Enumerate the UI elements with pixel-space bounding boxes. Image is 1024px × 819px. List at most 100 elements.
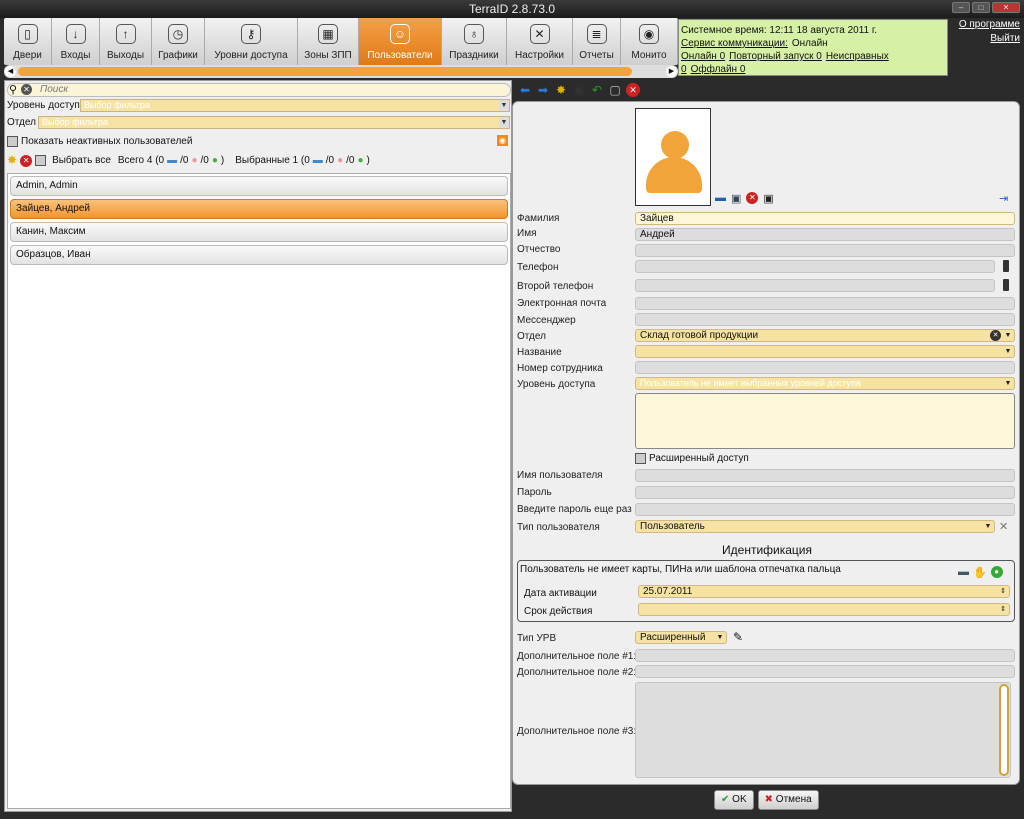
photo-save-icon[interactable]: ▣ — [763, 192, 773, 205]
last-name-label: Фамилия — [517, 213, 560, 224]
phone2-field[interactable] — [635, 279, 995, 292]
password-repeat-field[interactable] — [635, 503, 1015, 516]
offline-link[interactable]: Оффлайн 0 — [691, 64, 746, 75]
expiry-date-field[interactable]: ⇕ — [638, 603, 1010, 616]
photo-tools: ▬ ▣ ✕ ▣ — [715, 192, 774, 205]
exit-link[interactable]: Выйти — [950, 32, 1020, 46]
identification-title: Идентификация — [722, 543, 812, 557]
add-fingerprint-icon[interactable]: ✋ — [973, 566, 987, 579]
add-user-icon[interactable]: ✸ — [7, 154, 17, 167]
clock-icon: ◷ — [168, 24, 188, 44]
phone-icon[interactable] — [1003, 279, 1009, 291]
forward-arrow-icon[interactable]: ➡ — [536, 83, 550, 97]
tab-reports[interactable]: ≣ Отчеты — [573, 18, 621, 65]
edit-icon[interactable]: ✎ — [733, 630, 743, 644]
phone-field[interactable] — [635, 260, 995, 273]
messenger-field[interactable] — [635, 313, 1015, 326]
department-filter-label: Отдел — [7, 117, 36, 128]
scroll-left-icon[interactable]: ◀ — [5, 66, 16, 77]
window-title: TerraID 2.8.73.0 — [468, 2, 556, 16]
users-icon: ☺ — [390, 24, 410, 44]
tab-scrollbar[interactable]: ◀ ▶ — [4, 65, 678, 78]
search-input[interactable]: Поиск — [7, 83, 511, 97]
extended-access-checkbox[interactable] — [635, 453, 646, 464]
photo-delete-icon[interactable]: ✕ — [746, 192, 759, 204]
clear-search-icon[interactable]: ✕ — [21, 84, 32, 95]
tab-access-levels[interactable]: ⚷ Уровни доступа — [205, 18, 298, 65]
employee-number-field[interactable] — [635, 361, 1015, 374]
title-select[interactable]: ▼ — [635, 345, 1015, 358]
clear-user-type-icon[interactable]: ✕ — [999, 520, 1008, 533]
access-level-select[interactable]: Пользователь не имеет выбранных уровней … — [635, 377, 1015, 390]
maximize-button[interactable]: □ — [972, 2, 990, 13]
extra-field-1[interactable] — [635, 649, 1015, 662]
save-icon[interactable]: ▣ — [572, 83, 586, 97]
export-icon[interactable]: ⇥ — [999, 192, 1008, 205]
delete-record-icon[interactable]: ✕ — [626, 83, 640, 97]
undo-icon[interactable]: ↶ — [590, 83, 604, 97]
scroll-right-icon[interactable]: ▶ — [666, 66, 677, 77]
department-filter-select[interactable]: Выбор фильтра ▼ — [38, 116, 510, 129]
list-item[interactable]: Admin, Admin — [10, 176, 508, 196]
username-field[interactable] — [635, 469, 1015, 482]
tab-entrances[interactable]: ↓ Входы — [52, 18, 100, 65]
chevron-down-icon: ▼ — [1004, 348, 1012, 355]
password-label: Пароль — [517, 487, 552, 498]
user-type-select[interactable]: Пользователь ▼ — [635, 520, 995, 533]
new-record-icon[interactable]: ✸ — [554, 83, 568, 97]
access-levels-list[interactable] — [635, 393, 1015, 449]
no-credentials-text: Пользователь не имеет карты, ПИНа или ша… — [520, 564, 841, 575]
show-inactive-checkbox[interactable] — [7, 135, 18, 147]
minimize-button[interactable]: – — [952, 2, 970, 13]
extra-field-3-scrollbar[interactable] — [999, 684, 1009, 776]
rss-icon[interactable]: ◉ — [497, 135, 508, 146]
cross-icon: ✖ — [764, 794, 774, 805]
last-name-field[interactable]: Зайцев — [635, 212, 1015, 225]
tab-settings[interactable]: ✕ Настройки — [507, 18, 573, 65]
extra-field-2[interactable] — [635, 665, 1015, 678]
access-level-filter-select[interactable]: Выбор фильтра ▼ — [80, 99, 510, 112]
show-inactive-row[interactable]: Показать неактивных пользователей — [7, 135, 192, 148]
middle-name-field[interactable] — [635, 244, 1015, 257]
password-field[interactable] — [635, 486, 1015, 499]
tab-schedules[interactable]: ◷ Графики — [152, 18, 205, 65]
close-window-button[interactable]: ✕ — [992, 2, 1020, 13]
department-label: Отдел — [517, 331, 546, 342]
tab-monitoring[interactable]: ◉ Монито — [621, 18, 678, 65]
service-link[interactable]: Сервис коммуникации: — [681, 38, 788, 49]
door-icon: ▯ — [17, 24, 38, 44]
ok-button[interactable]: ✔ OK — [714, 790, 754, 810]
first-name-field[interactable]: Андрей — [635, 228, 1015, 241]
add-pin-icon[interactable]: ● — [990, 566, 1003, 578]
clear-department-icon[interactable]: ✕ — [990, 330, 1001, 341]
phone-icon[interactable] — [1003, 260, 1009, 272]
list-item[interactable]: Зайцев, Андрей — [10, 199, 508, 219]
extended-access-row[interactable]: Расширенный доступ — [635, 453, 749, 464]
restart-link[interactable]: Повторный запуск 0 — [729, 51, 822, 62]
select-all-checkbox[interactable] — [35, 155, 47, 166]
tab-scroll-thumb[interactable] — [18, 67, 632, 76]
activation-date-field[interactable]: 25.07.2011 ⇕ — [638, 585, 1010, 598]
tab-holidays[interactable]: ♁ Праздники — [442, 18, 507, 65]
department-select[interactable]: Склад готовой продукции ▼ — [635, 329, 1015, 342]
copy-icon[interactable]: ▢ — [608, 83, 622, 97]
email-field[interactable] — [635, 297, 1015, 310]
add-card-icon[interactable]: ▬ — [958, 566, 969, 579]
tab-users[interactable]: ☺ Пользователи — [359, 18, 442, 65]
list-item[interactable]: Образцов, Иван — [10, 245, 508, 265]
delete-user-icon[interactable]: ✕ — [20, 154, 33, 167]
tab-doors[interactable]: ▯ Двери — [4, 18, 52, 65]
chevron-down-icon: ▼ — [1004, 332, 1012, 339]
tab-exits[interactable]: ↑ Выходы — [100, 18, 152, 65]
urv-type-select[interactable]: Расширенный ▼ — [635, 631, 727, 644]
online-link[interactable]: Онлайн 0 — [681, 51, 725, 62]
list-item[interactable]: Канин, Максим — [10, 222, 508, 242]
camera-icon[interactable]: ▣ — [731, 192, 741, 205]
photo-load-icon[interactable]: ▬ — [715, 192, 726, 205]
about-link[interactable]: О программе — [950, 18, 1020, 32]
back-arrow-icon[interactable]: ⬅ — [518, 83, 532, 97]
top-links: О программе Выйти — [950, 18, 1020, 46]
tab-zones[interactable]: ▦ Зоны ЗПП — [298, 18, 359, 65]
extra-field-3[interactable] — [635, 682, 1011, 778]
cancel-button[interactable]: ✖ Отмена — [757, 790, 819, 810]
